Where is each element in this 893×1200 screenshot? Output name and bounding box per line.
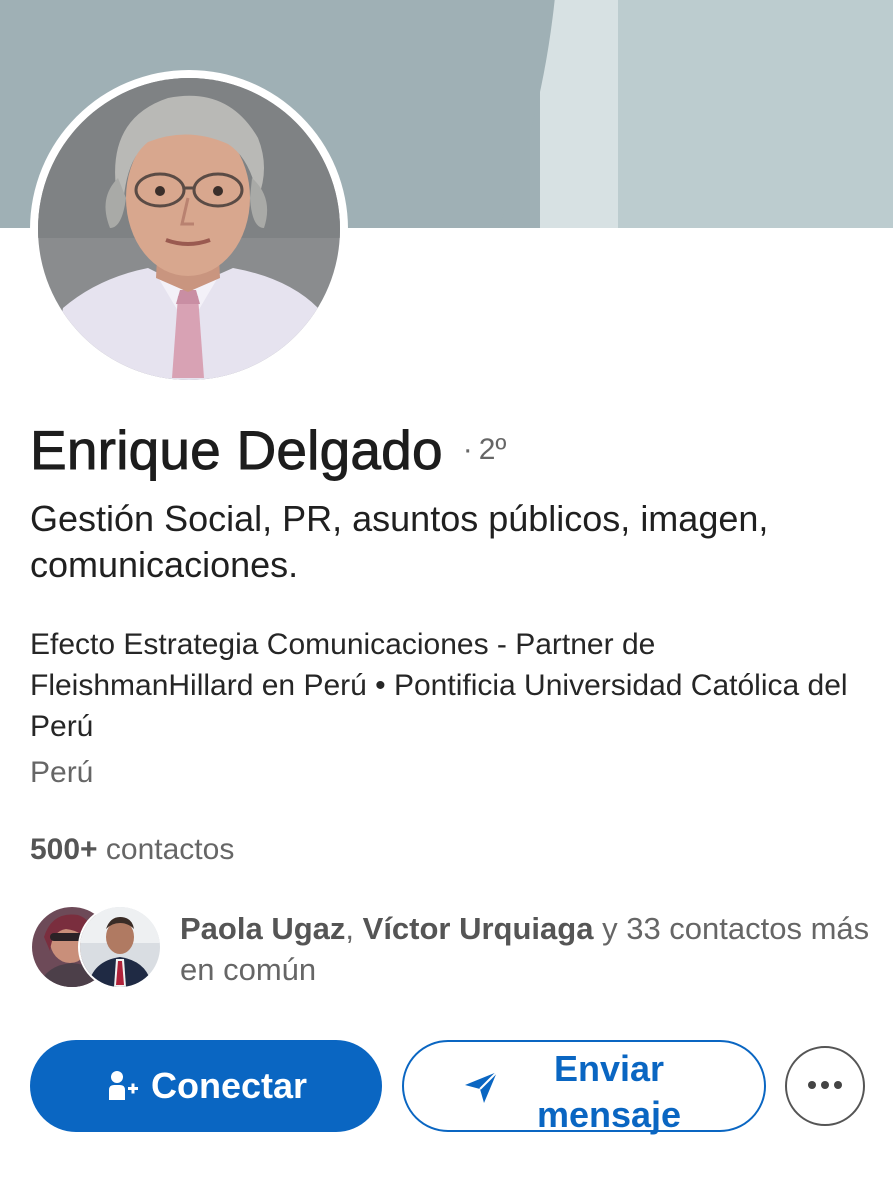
mutual-avatar-2 <box>78 905 162 989</box>
company-education-line[interactable]: Efecto Estrategia Comunicaciones - Partn… <box>30 624 870 747</box>
connect-label: Conectar <box>150 1065 308 1106</box>
mutual-name-1: Paola Ugaz <box>180 911 346 946</box>
profile-photo-illustration <box>38 78 340 380</box>
mutual-separator: , <box>345 911 355 946</box>
connect-button[interactable]: Conectar <box>30 1040 382 1132</box>
contacts-count: 500+ <box>30 833 98 866</box>
connection-degree: · 2º <box>463 433 507 467</box>
send-icon <box>462 1068 500 1111</box>
contacts-link[interactable]: 500+ contactos <box>30 830 234 870</box>
mutual-avatar-2-illustration <box>80 907 160 987</box>
send-message-button[interactable]: Enviar mensaje <box>402 1040 766 1135</box>
profile-headline: Gestión Social, PR, asuntos públicos, im… <box>30 498 769 585</box>
profile-location: Perú <box>30 756 94 789</box>
banner-right-block <box>617 0 893 228</box>
profile-photo <box>38 78 340 380</box>
banner-light-band <box>540 0 618 228</box>
profile-name: Enrique Delgado <box>30 419 443 482</box>
mutual-connections-avatars[interactable] <box>30 905 162 989</box>
more-options-button[interactable] <box>785 1046 865 1126</box>
more-horizontal-icon <box>807 1077 843 1095</box>
add-person-icon <box>105 1068 141 1104</box>
profile-avatar[interactable] <box>30 70 348 388</box>
mutual-name-2: Víctor Urquiaga <box>362 911 594 946</box>
degree-separator: · <box>462 433 473 466</box>
send-message-label: Enviar mensaje <box>536 1048 682 1135</box>
profile-page: Enrique Delgado · 2º Gestión Social, PR, … <box>0 0 893 1200</box>
mutual-connections-text[interactable]: Paola Ugaz, Víctor Urquiaga y 33 contact… <box>180 908 870 990</box>
name-row: Enrique Delgado · 2º <box>30 418 507 482</box>
contacts-label: contactos <box>105 833 235 866</box>
degree-value: 2º <box>478 433 507 466</box>
